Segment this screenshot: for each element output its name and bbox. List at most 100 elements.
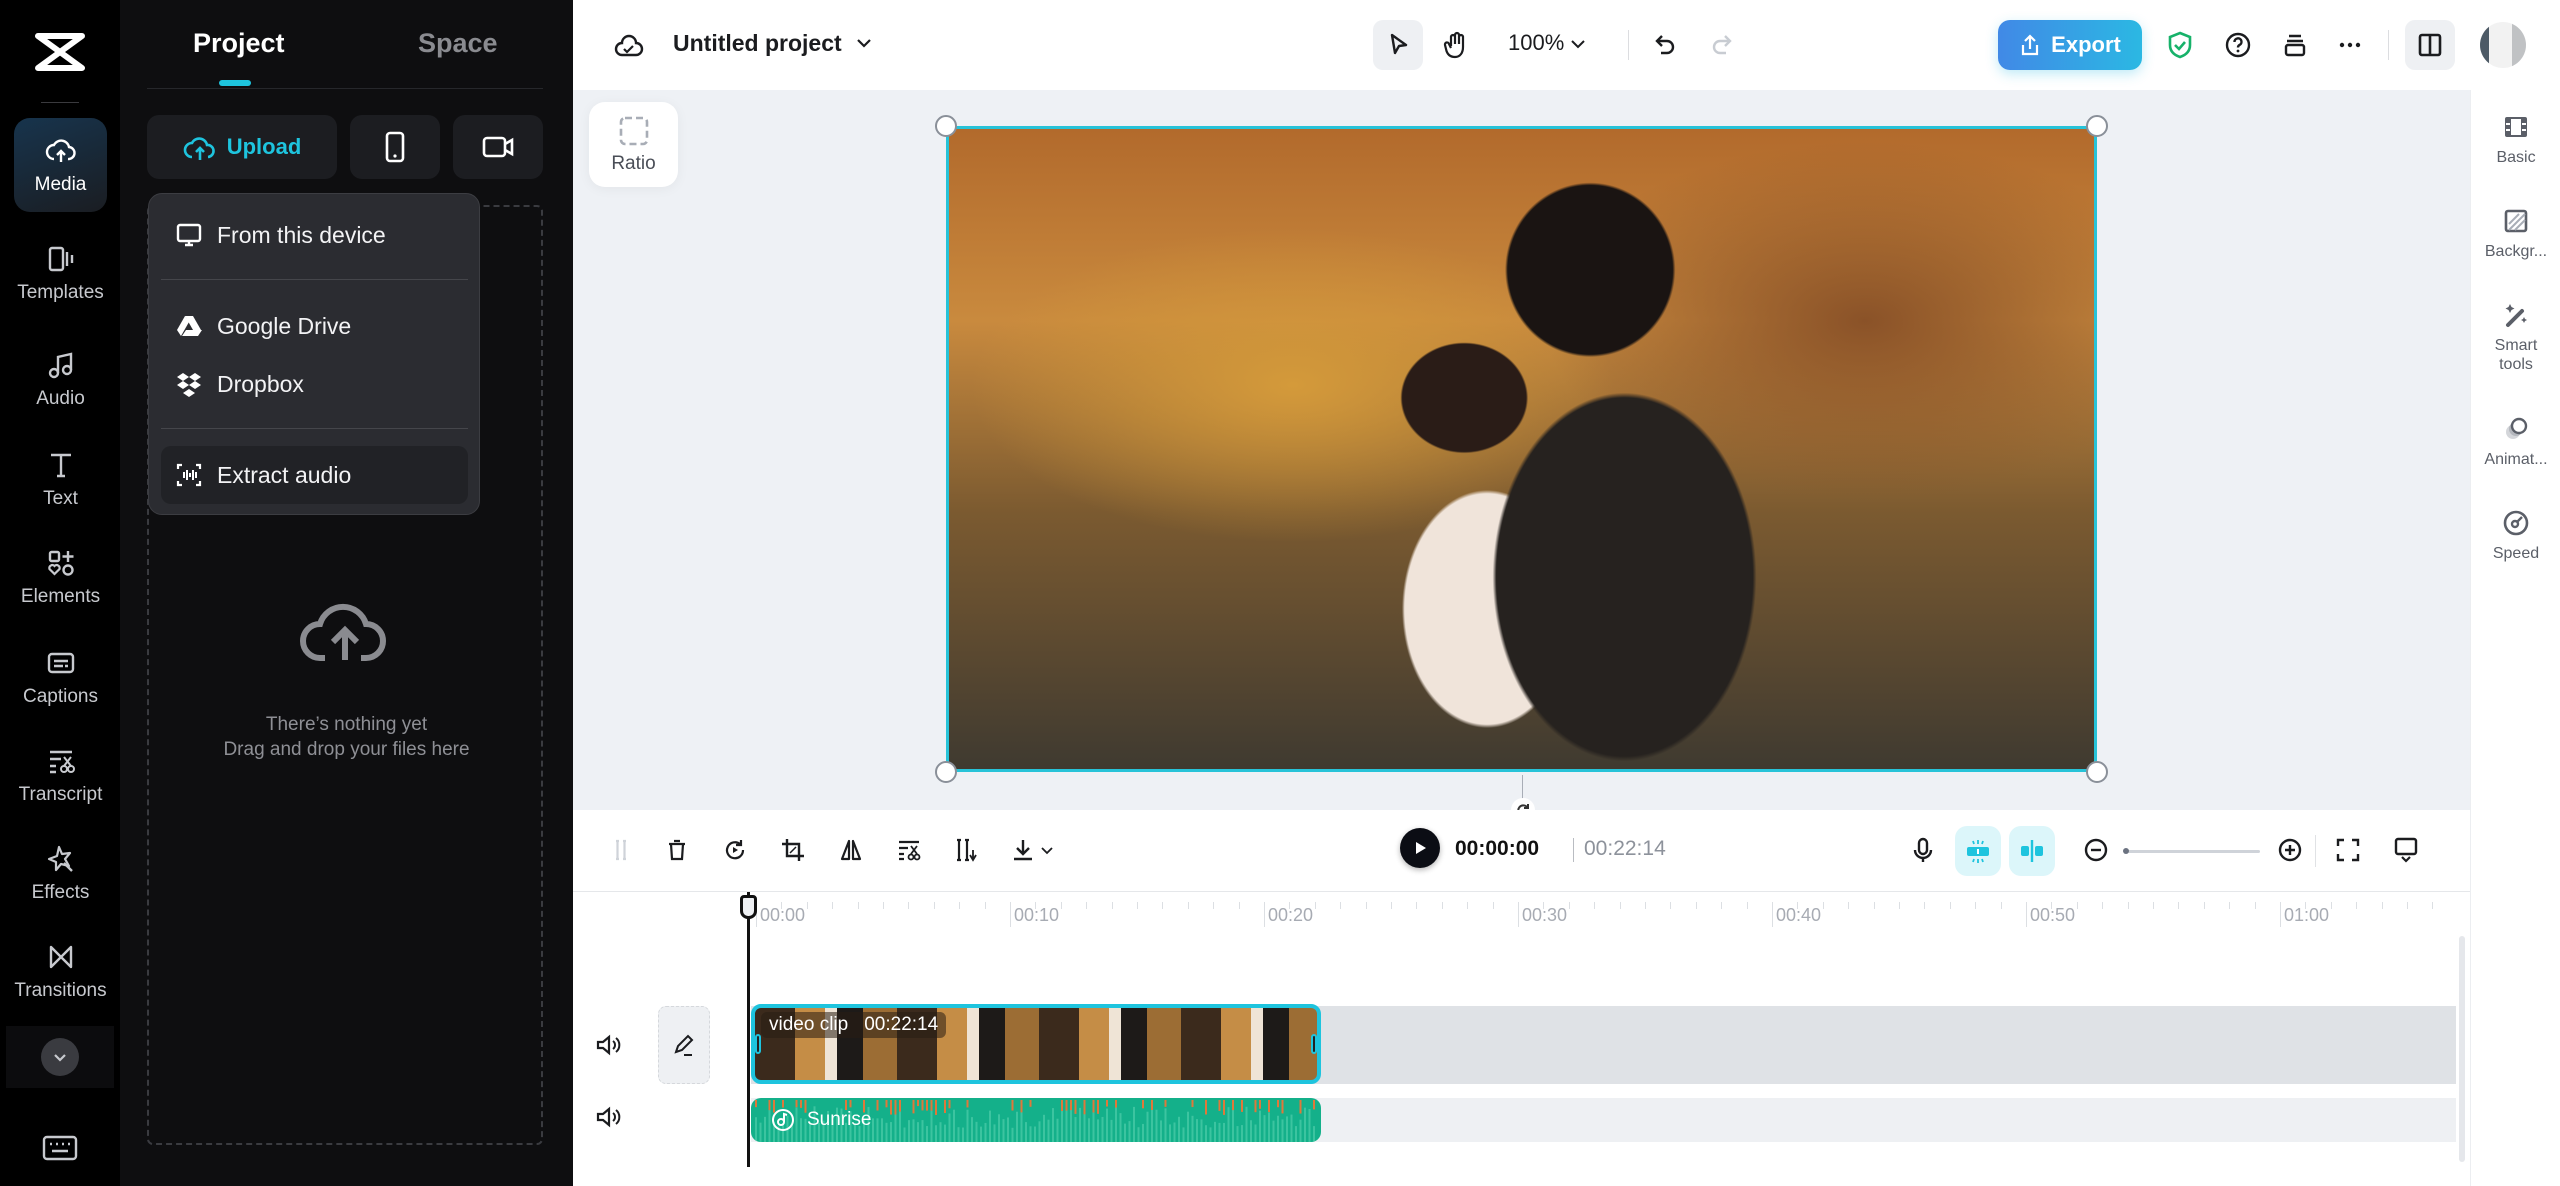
tab-project[interactable]: Project	[193, 28, 285, 59]
right-rail-smart-tools[interactable]: Smart tools	[2471, 300, 2560, 374]
rail-item-effects[interactable]: Effects	[14, 826, 107, 920]
export-button[interactable]: Export	[1998, 20, 2142, 70]
ruler-minor-tick	[2051, 902, 2053, 909]
upload-button[interactable]: Upload	[147, 115, 337, 179]
menu-item-dropbox[interactable]: Dropbox	[161, 355, 468, 413]
rail-item-transitions[interactable]: Transitions	[14, 924, 107, 1018]
timeline[interactable]: 00:00 00:10 00:20 00:30 00:40 00:50 01:00 vide…	[573, 892, 2470, 1186]
resize-handle-top-right[interactable]	[2086, 115, 2108, 137]
clip-trim-handle-right[interactable]	[1311, 1034, 1317, 1054]
preview-settings-button[interactable]	[2386, 830, 2426, 870]
download-button[interactable]	[1003, 830, 1043, 870]
chevron-down-icon[interactable]	[1040, 844, 1054, 858]
rail-more-button[interactable]	[6, 1026, 114, 1088]
mirror-button[interactable]	[831, 830, 871, 870]
rail-item-text[interactable]: Text	[14, 432, 107, 526]
crop-button[interactable]	[773, 830, 813, 870]
clip-trim-handle-left[interactable]	[755, 1034, 761, 1054]
zoom-out-button[interactable]	[2076, 830, 2116, 870]
undo-button[interactable]	[1641, 20, 1691, 70]
rail-label: Templates	[17, 282, 104, 303]
rail-divider	[41, 102, 79, 103]
storage-button[interactable]	[2270, 20, 2320, 70]
more-button[interactable]	[2325, 20, 2375, 70]
help-button[interactable]	[2213, 20, 2263, 70]
cloud-upload-icon	[45, 139, 76, 162]
layout-toggle-button[interactable]	[2405, 20, 2455, 70]
user-avatar[interactable]	[2480, 22, 2526, 68]
slider-knob[interactable]	[2123, 848, 2129, 854]
rail-item-templates[interactable]: Templates	[14, 226, 107, 320]
ruler-major-tick	[2280, 902, 2281, 927]
background-icon	[2504, 209, 2528, 233]
select-tool-button[interactable]	[1373, 20, 1423, 70]
edit-cover-button[interactable]	[658, 1006, 710, 1084]
audio-clip-name: Sunrise	[807, 1109, 872, 1130]
ruler-minor-tick	[1416, 902, 1418, 909]
trim-button[interactable]	[945, 830, 985, 870]
tab-space[interactable]: Space	[418, 28, 498, 59]
project-title[interactable]: Untitled project	[673, 30, 842, 57]
menu-item-google-drive[interactable]: Google Drive	[161, 297, 468, 355]
minus-circle-icon	[2084, 838, 2108, 862]
remove-background-button[interactable]	[889, 830, 929, 870]
rail-item-elements[interactable]: Elements	[14, 530, 107, 624]
right-rail-animation[interactable]: Animat...	[2471, 414, 2560, 469]
redo-button[interactable]	[1696, 20, 1746, 70]
auto-snap-icon	[1967, 840, 1989, 863]
playhead[interactable]	[747, 892, 750, 1167]
ruler-minor-tick	[1492, 902, 1494, 909]
replace-button[interactable]	[715, 830, 755, 870]
volume-icon[interactable]	[593, 1030, 623, 1060]
menu-item-extract-audio[interactable]: Extract audio	[161, 446, 468, 504]
magnet-snap-toggle[interactable]	[1955, 826, 2001, 876]
hand-tool-button[interactable]	[1431, 20, 1481, 70]
video-clip[interactable]: video clip 00:22:14	[751, 1004, 1321, 1084]
menu-item-from-device[interactable]: From this device	[161, 206, 468, 264]
resize-handle-bottom-left[interactable]	[935, 761, 957, 783]
rail-item-captions[interactable]: Captions	[14, 630, 107, 724]
playhead-handle[interactable]	[740, 895, 757, 919]
extract-audio-icon	[176, 463, 202, 487]
record-voice-button[interactable]	[1903, 830, 1943, 870]
right-rail-background[interactable]: Backgr...	[2471, 206, 2560, 261]
rail-item-transcript[interactable]: Transcript	[14, 728, 107, 822]
phone-upload-button[interactable]	[350, 115, 440, 179]
linkage-toggle[interactable]	[2009, 826, 2055, 876]
ruler-minor-tick	[1797, 902, 1799, 909]
video-preview[interactable]	[946, 126, 2097, 772]
volume-icon[interactable]	[593, 1102, 623, 1132]
cloud-saved-icon[interactable]	[613, 30, 645, 60]
zoom-level-dropdown[interactable]: 100%	[1508, 30, 1564, 56]
ratio-button[interactable]: Ratio	[589, 102, 678, 187]
chevron-down-icon[interactable]	[853, 32, 875, 54]
ruler-minor-tick	[1899, 902, 1900, 909]
play-button[interactable]	[1400, 828, 1440, 868]
split-button[interactable]	[601, 830, 641, 870]
capcut-logo-icon[interactable]	[34, 32, 86, 72]
right-rail-label: Basic	[2496, 149, 2536, 166]
audio-clip[interactable]: Sunrise	[751, 1098, 1321, 1142]
cloud-upload-icon	[300, 603, 386, 661]
rail-label: Captions	[23, 686, 98, 707]
right-rail-basic[interactable]: Basic	[2471, 112, 2560, 167]
record-button[interactable]	[453, 115, 543, 179]
timeline-scrollbar[interactable]	[2459, 936, 2465, 1162]
resize-handle-bottom-right[interactable]	[2086, 761, 2108, 783]
fullscreen-button[interactable]	[2328, 830, 2368, 870]
right-rail-speed[interactable]: Speed	[2471, 508, 2560, 563]
rail-item-audio[interactable]: Audio	[14, 332, 107, 426]
timeline-zoom-slider[interactable]	[2123, 848, 2260, 854]
ruler-minor-tick	[2407, 902, 2408, 909]
keyboard-icon[interactable]	[40, 1133, 80, 1163]
resize-handle-top-left[interactable]	[935, 115, 957, 137]
rail-label: Elements	[20, 586, 101, 607]
zoom-in-button[interactable]	[2270, 830, 2310, 870]
timeline-ruler[interactable]: 00:00 00:10 00:20 00:30 00:40 00:50 01:00	[573, 892, 2470, 932]
delete-button[interactable]	[657, 830, 697, 870]
rail-item-media[interactable]: Media	[14, 118, 107, 212]
elements-icon	[47, 550, 74, 576]
security-button[interactable]	[2155, 20, 2205, 70]
chevron-down-icon[interactable]	[1568, 34, 1588, 54]
toolbar-divider	[1628, 30, 1629, 60]
